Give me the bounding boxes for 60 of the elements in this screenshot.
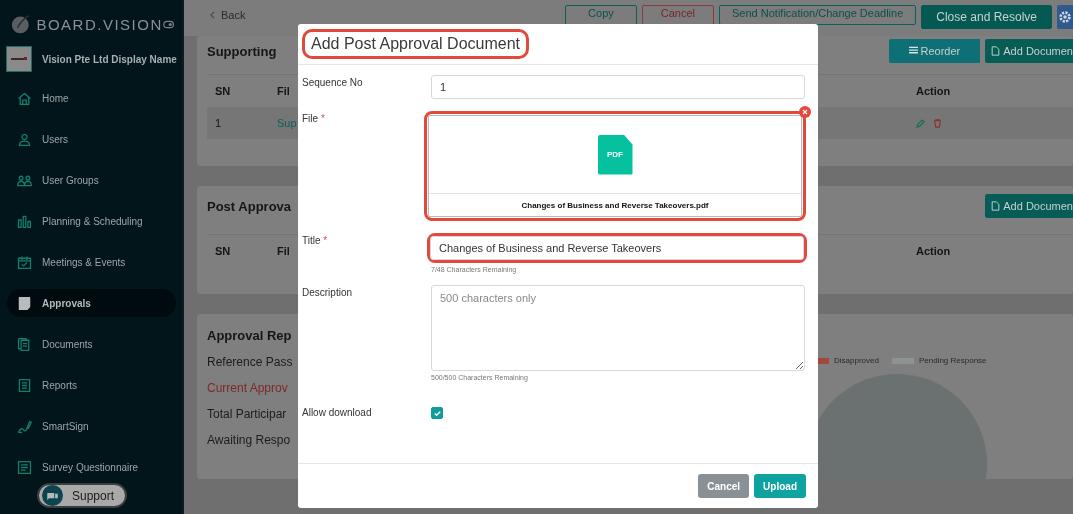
sidebar-item[interactable]: Documents [7,330,176,358]
table-cell-text: 1 [214,117,223,129]
add-document-button[interactable]: Add Documen [985,194,1073,218]
file-upload-area[interactable]: PDF Changes of Business and Reverse Takeovers.pdf [428,115,802,217]
field-label: File * [302,112,326,126]
sequence-field[interactable]: 1 [431,75,805,99]
list-icon [908,46,918,56]
dialog-title: Add Post Approval Document [302,29,529,59]
sidebar-item[interactable]: Meetings & Events [7,248,176,276]
settings-button[interactable] [1057,5,1073,29]
menu-item-icon [16,376,33,394]
reorder-button[interactable]: Reorder [888,39,981,63]
field-label: Title * [302,234,329,248]
column-header: Fil [277,85,290,97]
org-logo-icon [6,46,32,72]
document-icon [991,46,1001,56]
file-name: Changes of Business and Reverse Takeovers.pdf [520,199,710,212]
brand-name: BOARD.VISION [36,15,163,33]
title-field[interactable]: Changes of Business and Reverse Takeovers [430,236,804,260]
report-line: Total Participar [207,407,287,421]
add-document-button[interactable]: Add Documen [985,39,1073,63]
report-line: Awaiting Respo [207,433,291,447]
sidebar-item[interactable]: User Groups [7,166,176,194]
description-field[interactable]: 500 characters only [431,285,805,371]
sidebar-item[interactable]: Approvals [7,289,176,317]
sidebar-item[interactable]: Home [7,84,176,112]
checkbox[interactable] [431,407,443,419]
menu-item-icon [16,458,33,476]
card-title: Approval Rep [207,328,292,343]
organization-name: Vision Pte Ltd Display Name [42,53,177,65]
document-icon [991,201,1001,211]
report-line: Reference Pass [207,355,293,369]
column-header: Action [916,85,952,97]
card-title: Post Approva [207,198,292,214]
column-header: SN [214,245,232,257]
support-button[interactable]: Support [37,483,128,508]
legend-label: Disapproved [834,356,879,365]
field-label: Description [302,286,354,300]
column-header: SN [214,85,232,97]
toggle-icon[interactable] [162,19,174,29]
card-title: Supporting [207,43,277,59]
sidebar-item[interactable]: Planning & Scheduling [7,207,176,235]
sidebar-item[interactable]: Users [7,125,176,153]
field-label: Sequence No [302,76,364,90]
sidebar-item[interactable]: Reports [7,371,176,399]
close-icon[interactable] [799,106,811,118]
sidebar-item[interactable]: Survey Questionnaire [7,453,176,481]
sidebar-item[interactable]: SmartSign [7,412,176,440]
toolbar-button[interactable]: Close and Resolve [921,5,1052,29]
legend-label: Pending Response [918,356,987,365]
report-line: Current Approv [207,381,288,395]
chat-icon [42,485,63,506]
column-header: Fil [277,245,290,257]
chevron-left-icon [210,11,215,19]
column-header: Action [916,245,952,257]
menu-item-icon [16,294,33,312]
field-label: Allow download [302,406,373,419]
settings-icon [1058,10,1072,24]
back-link[interactable]: Back [210,5,246,25]
pdf-file-icon: PDF [597,134,633,175]
